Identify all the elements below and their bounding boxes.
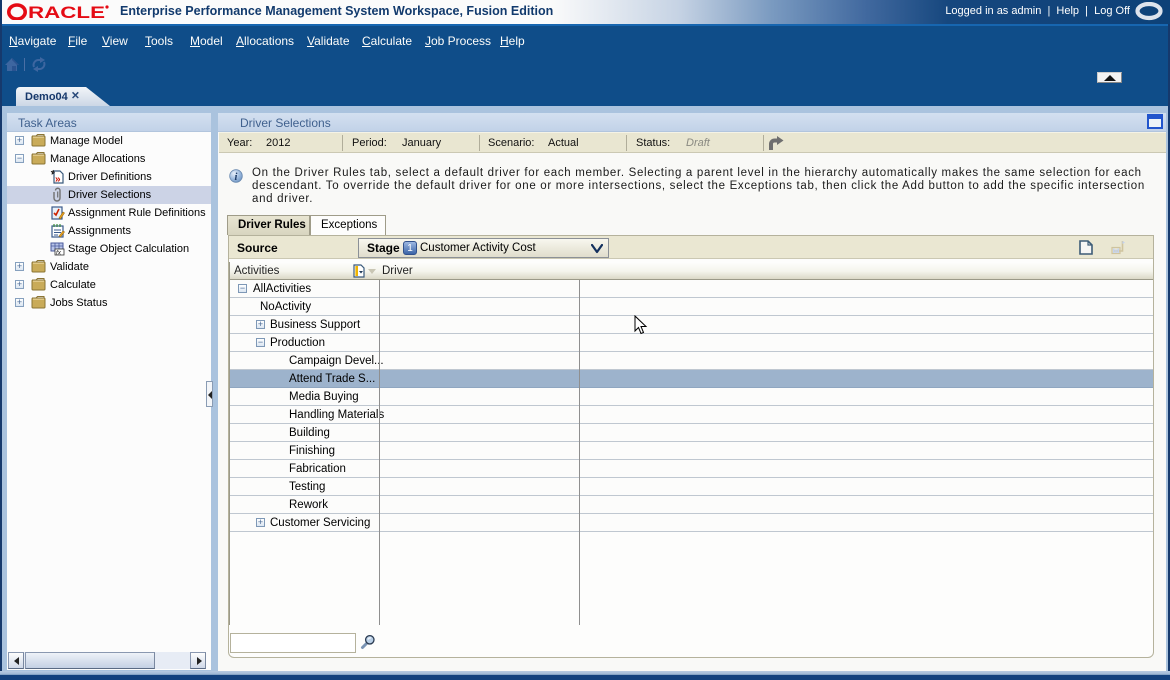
svg-text:»: » <box>55 174 61 184</box>
svg-text:RACLE: RACLE <box>28 4 105 20</box>
svg-text:i: i <box>235 172 238 183</box>
svg-text:fx: fx <box>56 250 62 257</box>
